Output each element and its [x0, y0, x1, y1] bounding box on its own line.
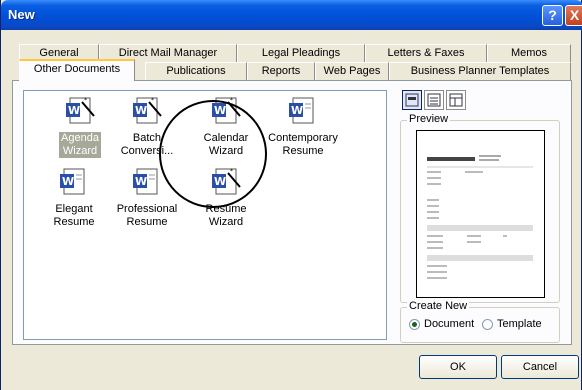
svg-text:W: W: [135, 175, 147, 188]
document-thumbnail: [427, 155, 533, 279]
tab-memos[interactable]: Memos: [487, 44, 571, 63]
doc-label: Contemporary Resume: [268, 132, 338, 157]
details-icon: [449, 93, 463, 107]
word-wizard-icon: W *: [212, 97, 241, 124]
large-icons-icon: [405, 93, 419, 107]
new-dialog: New ? X General Direct Mail Manager Lega…: [0, 0, 582, 390]
close-button[interactable]: X: [565, 5, 582, 26]
svg-text:W: W: [62, 175, 74, 188]
word-document-icon: W: [60, 168, 85, 195]
doc-label: Calendar Wizard: [203, 132, 249, 157]
view-mode-buttons: [402, 90, 472, 112]
ok-button[interactable]: OK: [419, 355, 497, 379]
tab-legal-pleadings[interactable]: Legal Pleadings: [237, 44, 365, 63]
doc-item-calendar-wizard[interactable]: W * Calendar Wizard: [191, 94, 261, 158]
word-wizard-icon: W *: [212, 168, 241, 195]
doc-item-batch-conversion-wizard[interactable]: W * Batch Conversi...: [112, 94, 182, 158]
document-radio-label: Document: [424, 318, 475, 330]
svg-text:*: *: [151, 97, 154, 104]
cancel-button[interactable]: Cancel: [501, 355, 579, 379]
details-view-button[interactable]: [446, 90, 466, 110]
doc-label: Batch Conversi...: [120, 132, 174, 157]
doc-item-resume-wizard[interactable]: W * Resume Wizard: [191, 165, 261, 229]
svg-text:W: W: [214, 104, 226, 117]
title-bar[interactable]: New ? X: [1, 0, 582, 30]
word-wizard-icon: W *: [133, 97, 162, 124]
doc-label: Professional Resume: [116, 203, 178, 228]
tab-strip: General Direct Mail Manager Legal Pleadi…: [11, 40, 571, 82]
tab-web-pages[interactable]: Web Pages: [315, 62, 389, 81]
document-radio[interactable]: Document: [409, 318, 474, 330]
word-document-icon: W: [133, 168, 158, 195]
large-icons-view-button[interactable]: [402, 90, 422, 110]
doc-label: Elegant Resume: [53, 203, 95, 228]
doc-label: Agenda Wizard: [59, 132, 101, 158]
list-view-button[interactable]: [424, 90, 444, 110]
doc-item-agenda-wizard[interactable]: W * Agenda Wizard: [45, 94, 115, 158]
svg-text:*: *: [84, 97, 87, 104]
doc-item-contemporary-resume[interactable]: W Contemporary Resume: [265, 94, 341, 158]
doc-label: Resume Wizard: [205, 203, 247, 228]
create-new-label: Create New: [407, 300, 470, 312]
preview-image: [416, 130, 545, 298]
word-document-icon: W: [289, 97, 314, 124]
template-radio-label: Template: [497, 318, 542, 330]
help-button[interactable]: ?: [542, 5, 563, 26]
preview-label: Preview: [407, 113, 451, 125]
radio-indicator[interactable]: [482, 318, 493, 330]
tab-reports[interactable]: Reports: [247, 62, 315, 81]
svg-text:W: W: [68, 104, 80, 117]
word-wizard-icon: W *: [66, 97, 95, 124]
doc-item-professional-resume[interactable]: W Professional Resume: [112, 165, 182, 229]
svg-text:*: *: [230, 168, 233, 175]
tab-letters-faxes[interactable]: Letters & Faxes: [365, 44, 487, 63]
svg-text:W: W: [214, 175, 226, 188]
tab-publications[interactable]: Publications: [145, 62, 247, 81]
doc-item-elegant-resume[interactable]: W Elegant Resume: [39, 165, 109, 229]
tab-business-planner-templates[interactable]: Business Planner Templates: [389, 62, 571, 81]
list-icon: [427, 93, 441, 107]
radio-selected-indicator[interactable]: [409, 318, 420, 330]
svg-text:*: *: [230, 97, 233, 104]
template-radio[interactable]: Template: [482, 318, 542, 330]
svg-text:W: W: [291, 104, 303, 117]
window-title: New: [8, 7, 35, 22]
svg-text:W: W: [135, 104, 147, 117]
tab-other-documents[interactable]: Other Documents: [19, 59, 135, 81]
